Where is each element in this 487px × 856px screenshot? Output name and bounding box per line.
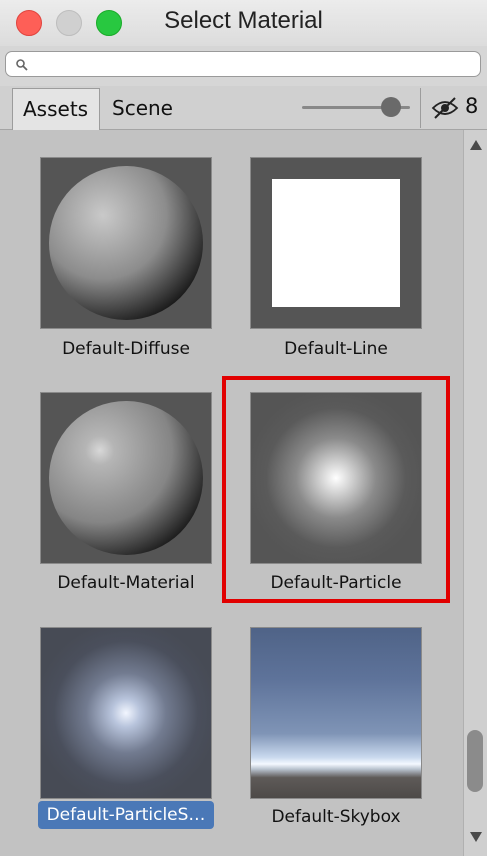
hidden-toggle[interactable]: 8 xyxy=(420,88,487,128)
search-input[interactable] xyxy=(36,54,470,76)
material-preview xyxy=(250,157,422,329)
material-grid: Default-Diffuse Default-Line Default-Mat… xyxy=(0,130,463,856)
tab-scene[interactable]: Scene xyxy=(102,88,192,130)
scrollbar-thumb[interactable] xyxy=(467,730,483,792)
hidden-count: 8 xyxy=(465,94,479,118)
white-square-preview xyxy=(272,179,400,307)
vertical-scrollbar[interactable] xyxy=(463,130,487,856)
tab-bar: Assets Scene 8 xyxy=(0,86,487,130)
sphere-diffuse-preview xyxy=(49,166,203,320)
highlight-box xyxy=(222,376,450,603)
eye-hidden-icon xyxy=(431,97,459,119)
tab-assets[interactable]: Assets xyxy=(12,88,100,130)
scroll-down-arrow-icon[interactable] xyxy=(470,832,482,842)
material-label: Default-Line xyxy=(284,339,388,359)
material-label: Default-Diffuse xyxy=(62,339,190,359)
search-row xyxy=(0,46,487,86)
material-label-selected: Default-ParticleS… xyxy=(38,801,214,829)
skybox-preview xyxy=(250,627,422,799)
sphere-specular-preview xyxy=(49,401,203,555)
search-icon xyxy=(16,59,28,71)
title-bar: Select Material xyxy=(0,0,487,47)
soft-glow-blue-preview xyxy=(40,627,212,799)
zoom-slider-thumb[interactable] xyxy=(381,97,401,117)
material-label: Default-Material xyxy=(57,573,195,593)
scroll-up-arrow-icon[interactable] xyxy=(470,140,482,150)
material-preview xyxy=(40,157,212,329)
window-title: Select Material xyxy=(164,7,323,34)
material-label: Default-Skybox xyxy=(271,807,401,827)
search-field[interactable] xyxy=(5,51,481,77)
material-preview xyxy=(40,392,212,564)
